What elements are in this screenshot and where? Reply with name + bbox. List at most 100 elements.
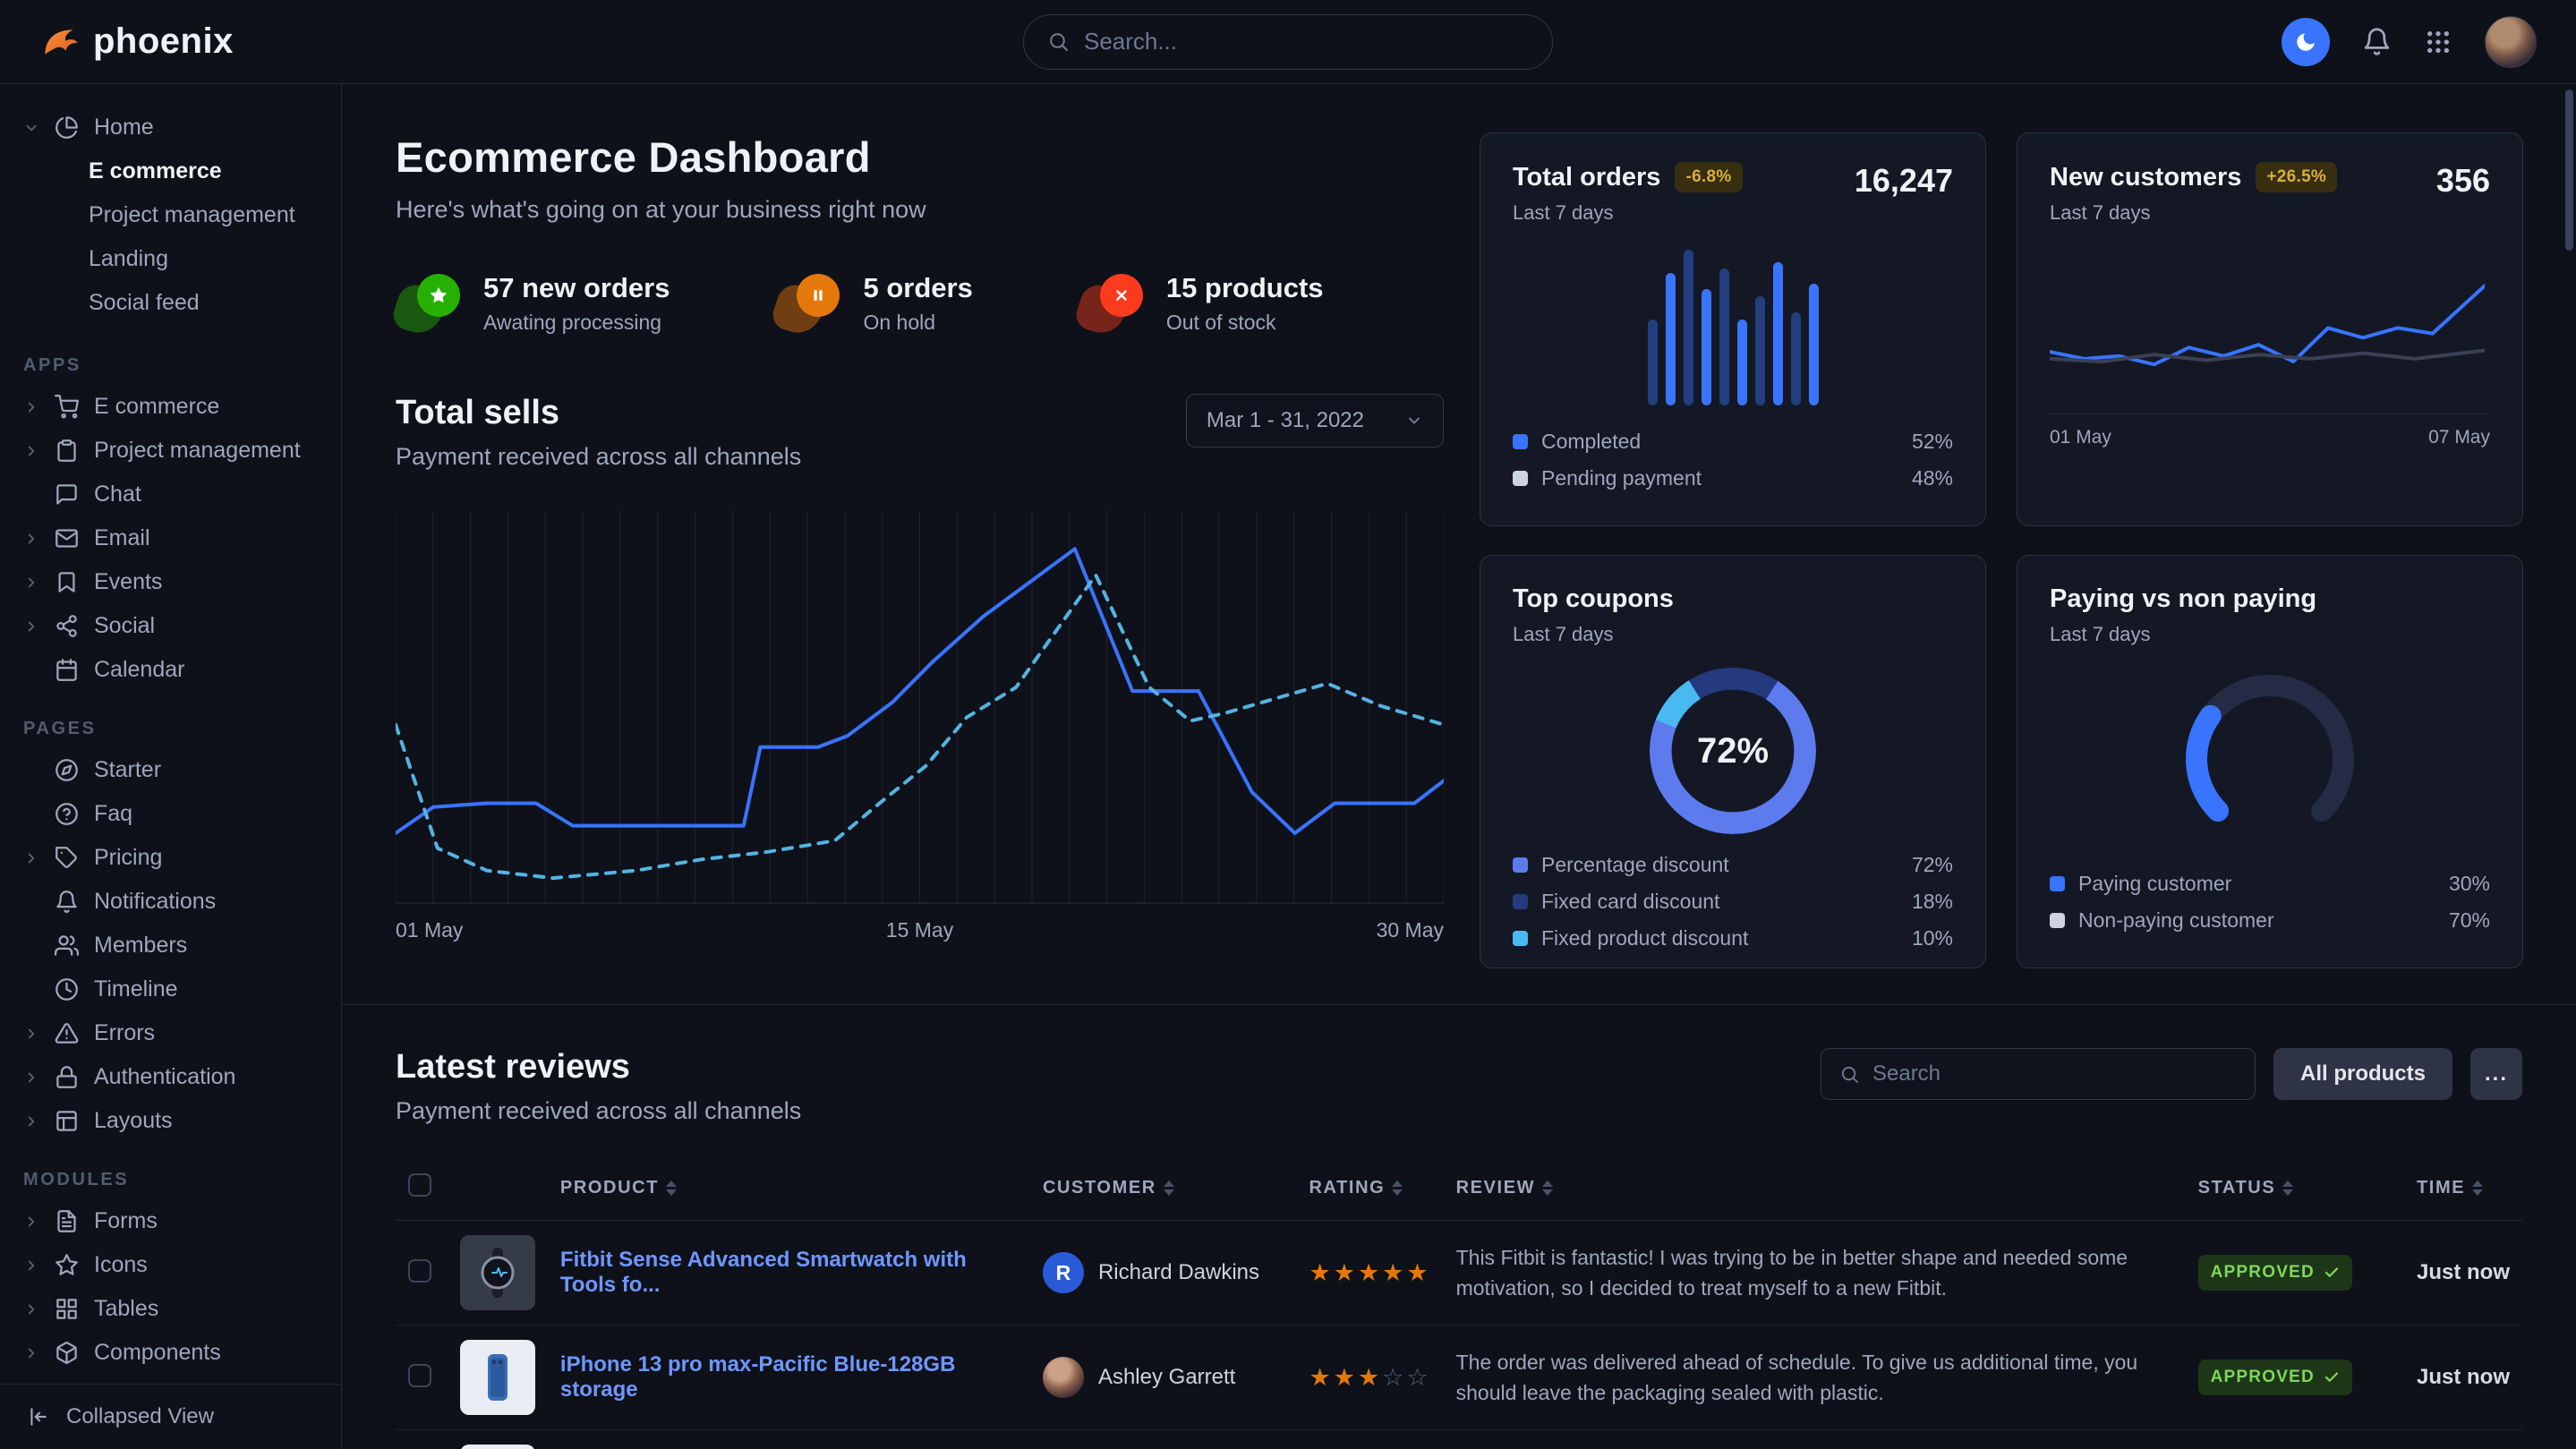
theme-toggle-button[interactable] [2282, 18, 2330, 66]
user-avatar[interactable] [2485, 16, 2537, 68]
sidebar-item-project-management[interactable]: Project management [0, 429, 341, 473]
share-icon [55, 614, 79, 638]
on-hold-blob [775, 274, 840, 333]
sidebar-item-starter[interactable]: Starter [0, 748, 341, 792]
column-header-rating[interactable]: Rating [1297, 1155, 1444, 1221]
caret-right-icon [23, 1026, 39, 1042]
scrollbar-thumb[interactable] [2565, 89, 2573, 251]
sidebar-subitem-project-management[interactable]: Project management [0, 193, 341, 237]
chat-icon [55, 482, 79, 507]
column-header-status[interactable]: Status [2186, 1155, 2404, 1221]
sidebar-item-layouts[interactable]: Layouts [0, 1099, 341, 1143]
chevron-down-icon [1405, 412, 1423, 430]
column-header-time[interactable]: Time [2404, 1155, 2522, 1221]
column-header-customer[interactable]: Customer [1030, 1155, 1297, 1221]
out-of-stock-blob [1079, 274, 1143, 333]
legend-item: Percentage discount 72% [1513, 847, 1953, 883]
reviews-search-input[interactable] [1872, 1061, 2237, 1087]
select-all-header[interactable] [396, 1155, 448, 1221]
sidebar-item-social[interactable]: Social [0, 604, 341, 648]
calendar-icon [55, 658, 79, 682]
tag-icon [55, 846, 79, 870]
rating-stars: ★★★★★ [1297, 1221, 1444, 1325]
legend-label: Non-paying customer [2078, 908, 2274, 933]
column-header-review[interactable]: Review [1444, 1155, 2186, 1221]
date-range-value: Mar 1 - 31, 2022 [1207, 408, 1364, 433]
notifications-button[interactable] [2362, 27, 2392, 56]
legend-swatch [1513, 857, 1528, 873]
reviews-controls: All products ... [1821, 1048, 2522, 1100]
sidebar-item-tables[interactable]: Tables [0, 1287, 341, 1331]
star-icon: ☆ [1382, 1364, 1406, 1391]
row-checkbox[interactable] [408, 1259, 431, 1283]
legend-item: Paying customer 30% [2050, 865, 2490, 902]
sidebar-item-e-commerce[interactable]: E commerce [0, 385, 341, 429]
collapsed-view-toggle[interactable]: Collapsed View [0, 1384, 341, 1449]
legend-item: Fixed card discount 18% [1513, 883, 1953, 920]
search-icon [1047, 30, 1070, 53]
sidebar-item-notifications[interactable]: Notifications [0, 880, 341, 924]
bookmark-icon [55, 570, 79, 594]
row-checkbox[interactable] [408, 1364, 431, 1387]
sidebar-item-faq[interactable]: Faq [0, 792, 341, 836]
sidebar-item-events[interactable]: Events [0, 560, 341, 604]
legend-value: 10% [1912, 926, 1953, 950]
caret-right-icon [23, 1214, 39, 1230]
legend-swatch [1513, 931, 1528, 946]
help-icon [55, 802, 79, 826]
new-customers-x-axis: 01 May 07 May [2050, 413, 2490, 448]
apps-grid-button[interactable] [2424, 28, 2452, 56]
caret-right-icon [23, 1070, 39, 1086]
sidebar-item-icons[interactable]: Icons [0, 1243, 341, 1287]
global-search[interactable] [1023, 14, 1553, 70]
select-all-checkbox[interactable] [408, 1173, 431, 1197]
product-link[interactable]: Fitbit Sense Advanced Smartwatch with To… [560, 1248, 967, 1297]
sidebar-item-chat[interactable]: Chat [0, 473, 341, 516]
sidebar-subitem-social-feed[interactable]: Social feed [0, 281, 341, 325]
sidebar-item-errors[interactable]: Errors [0, 1011, 341, 1055]
stat-out-of-stock: 15 products Out of stock [1079, 272, 1324, 335]
home-submenu: E commerceProject managementLandingSocia… [0, 149, 341, 328]
sidebar-subitem-e-commerce[interactable]: E commerce [0, 149, 341, 193]
card-title: New customers [2050, 163, 2241, 192]
total-orders-value: 16,247 [1855, 162, 1953, 200]
sidebar-item-authentication[interactable]: Authentication [0, 1055, 341, 1099]
sidebar-item-forms[interactable]: Forms [0, 1199, 341, 1243]
stat-on-hold: 5 orders On hold [775, 272, 972, 335]
customer-avatar: R [1043, 1252, 1084, 1293]
sidebar-subitem-landing[interactable]: Landing [0, 237, 341, 281]
clipboard-icon [55, 439, 79, 463]
sidebar-item-components[interactable]: Components [0, 1331, 341, 1375]
date-range-select[interactable]: Mar 1 - 31, 2022 [1186, 394, 1444, 447]
sidebar-item-members[interactable]: Members [0, 924, 341, 967]
more-options-button[interactable]: ... [2470, 1048, 2522, 1100]
star-icon: ★ [1309, 1259, 1334, 1286]
paying-vs-nonpaying-card: Paying vs non paying Last 7 days Paying … [2017, 555, 2523, 968]
star-icon: ★ [1406, 1259, 1430, 1286]
sidebar-item-email[interactable]: Email [0, 516, 341, 560]
column-header-product[interactable]: Product [548, 1155, 1030, 1221]
total-sells-chart [396, 510, 1444, 904]
caret-right-icon [23, 399, 39, 415]
sidebar-item-calendar[interactable]: Calendar [0, 648, 341, 692]
table-row: Fitbit Sense Advanced Smartwatch with To… [396, 1221, 2522, 1325]
product-link[interactable]: iPhone 13 pro max-Pacific Blue-128GB sto… [560, 1352, 955, 1402]
main-content: Ecommerce Dashboard Here's what's going … [342, 84, 2576, 1449]
sidebar-item-timeline[interactable]: Timeline [0, 967, 341, 1011]
brand[interactable]: phoenix [39, 21, 234, 62]
sidebar-item-home[interactable]: Home [0, 106, 341, 149]
legend-swatch [2050, 876, 2065, 891]
status-badge: APPROVED [2198, 1255, 2352, 1291]
legend-swatch [1513, 894, 1528, 909]
search-input[interactable] [1084, 28, 1529, 55]
paying-gauge-chart [2167, 659, 2373, 838]
all-products-button[interactable]: All products [2273, 1048, 2452, 1100]
bell-icon [2362, 27, 2392, 56]
table-row-partial [396, 1430, 2522, 1449]
reviews-search[interactable] [1821, 1048, 2256, 1100]
stat-caption: Awating processing [483, 311, 670, 335]
stat-caption: On hold [863, 311, 972, 335]
stat-value: 57 new orders [483, 272, 670, 304]
sidebar-item-pricing[interactable]: Pricing [0, 836, 341, 880]
sidebar: HomeE commerceProject managementLandingS… [0, 84, 342, 1449]
